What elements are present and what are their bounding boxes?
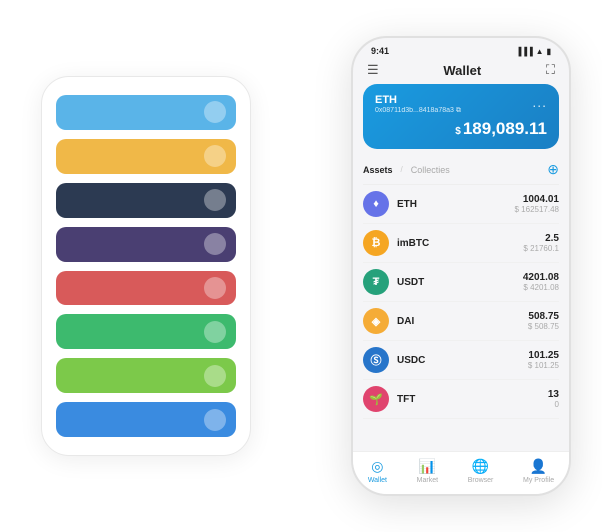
asset-amount-main: 2.5 xyxy=(523,233,559,244)
asset-amount-usd: 0 xyxy=(548,400,559,409)
asset-amount-main: 101.25 xyxy=(528,350,559,361)
asset-name: USDC xyxy=(397,355,528,366)
nav-icon: 🌐 xyxy=(472,458,489,475)
bg-card-row xyxy=(56,227,236,262)
nav-icon: 📊 xyxy=(419,458,436,475)
asset-icon: Ⓢ xyxy=(363,347,389,373)
asset-amount-main: 1004.01 xyxy=(515,194,560,205)
nav-item-my-profile[interactable]: 👤 My Profile xyxy=(523,458,554,484)
bg-card-row xyxy=(56,95,236,130)
menu-icon[interactable]: ☰ xyxy=(367,62,379,78)
asset-amount-usd: $ 162517.48 xyxy=(515,205,560,214)
nav-label: Wallet xyxy=(368,477,387,484)
asset-icon: ₮ xyxy=(363,269,389,295)
status-icons: ▐▐▐ ▲ ▮ xyxy=(516,47,551,56)
assets-header: Assets / Collecties ⊕ xyxy=(363,157,559,185)
card-dot-icon xyxy=(204,277,226,299)
eth-card-label: ETH xyxy=(375,94,461,106)
card-dot-icon xyxy=(204,321,226,343)
asset-list: ♦ ETH1004.01$ 162517.48 ₿ imBTC2.5$ 21760.1… xyxy=(363,185,559,451)
nav-label: My Profile xyxy=(523,477,554,484)
scene: 9:41 ▐▐▐ ▲ ▮ ☰ Wallet ⛶ ETH 0x08711d3b xyxy=(21,16,581,516)
nav-item-market[interactable]: 📊 Market xyxy=(417,458,438,484)
status-bar: 9:41 ▐▐▐ ▲ ▮ xyxy=(353,38,569,58)
asset-row[interactable]: 🌱 TFT130 xyxy=(363,380,559,419)
bg-card-row xyxy=(56,358,236,393)
asset-row[interactable]: ₮ USDT4201.08$ 4201.08 xyxy=(363,263,559,302)
asset-amounts: 508.75$ 508.75 xyxy=(528,311,559,331)
card-dot-icon xyxy=(204,233,226,255)
asset-amount-usd: $ 4201.08 xyxy=(523,283,559,292)
asset-amounts: 130 xyxy=(548,389,559,409)
asset-amount-usd: $ 21760.1 xyxy=(523,244,559,253)
card-dot-icon xyxy=(204,101,226,123)
asset-name: DAI xyxy=(397,316,528,327)
eth-card[interactable]: ETH 0x08711d3b...8418a78a3 ⧉ ... $189,08… xyxy=(363,84,559,149)
expand-icon[interactable]: ⛶ xyxy=(546,62,555,78)
card-dot-icon xyxy=(204,145,226,167)
card-dot-icon xyxy=(204,189,226,211)
asset-icon: 🌱 xyxy=(363,386,389,412)
asset-row[interactable]: ◈ DAI508.75$ 508.75 xyxy=(363,302,559,341)
asset-row[interactable]: ♦ ETH1004.01$ 162517.48 xyxy=(363,185,559,224)
bottom-nav: ◎ Wallet 📊 Market 🌐 Browser 👤 My Profile xyxy=(353,451,569,494)
bg-card-row xyxy=(56,314,236,349)
eth-card-address: 0x08711d3b...8418a78a3 ⧉ xyxy=(375,107,461,115)
assets-tabs: Assets / Collecties xyxy=(363,165,450,175)
nav-icon: ◎ xyxy=(371,458,383,475)
card-dot-icon xyxy=(204,409,226,431)
asset-amount-main: 508.75 xyxy=(528,311,559,322)
bg-card-row xyxy=(56,139,236,174)
nav-label: Market xyxy=(417,477,438,484)
asset-name: USDT xyxy=(397,277,523,288)
card-dot-icon xyxy=(204,365,226,387)
asset-row[interactable]: ₿ imBTC2.5$ 21760.1 xyxy=(363,224,559,263)
nav-item-wallet[interactable]: ◎ Wallet xyxy=(368,458,387,484)
asset-amounts: 4201.08$ 4201.08 xyxy=(523,272,559,292)
asset-name: TFT xyxy=(397,394,548,405)
asset-amount-main: 4201.08 xyxy=(523,272,559,283)
asset-amount-usd: $ 101.25 xyxy=(528,361,559,370)
asset-icon: ♦ xyxy=(363,191,389,217)
nav-icon: 👤 xyxy=(530,458,547,475)
asset-amounts: 101.25$ 101.25 xyxy=(528,350,559,370)
nav-label: Browser xyxy=(468,477,494,484)
asset-name: imBTC xyxy=(397,238,523,249)
asset-amount-usd: $ 508.75 xyxy=(528,322,559,331)
eth-card-more[interactable]: ... xyxy=(532,94,547,110)
signal-icon: ▐▐▐ xyxy=(516,47,533,56)
asset-icon: ◈ xyxy=(363,308,389,334)
asset-row[interactable]: Ⓢ USDC101.25$ 101.25 xyxy=(363,341,559,380)
nav-item-browser[interactable]: 🌐 Browser xyxy=(468,458,494,484)
asset-amounts: 2.5$ 21760.1 xyxy=(523,233,559,253)
add-asset-button[interactable]: ⊕ xyxy=(547,161,559,178)
eth-card-balance: $189,089.11 xyxy=(375,119,547,139)
asset-name: ETH xyxy=(397,199,515,210)
bg-card-row xyxy=(56,183,236,218)
main-phone: 9:41 ▐▐▐ ▲ ▮ ☰ Wallet ⛶ ETH 0x08711d3b xyxy=(351,36,571,496)
asset-icon: ₿ xyxy=(363,230,389,256)
wifi-icon: ▲ xyxy=(536,47,544,56)
bg-card-row xyxy=(56,271,236,306)
phone-content: ETH 0x08711d3b...8418a78a3 ⧉ ... $189,08… xyxy=(353,84,569,451)
bg-phone xyxy=(41,76,251,456)
status-time: 9:41 xyxy=(371,46,389,56)
phone-header: ☰ Wallet ⛶ xyxy=(353,58,569,84)
tab-assets[interactable]: Assets xyxy=(363,165,393,175)
battery-icon: ▮ xyxy=(547,47,551,56)
asset-amounts: 1004.01$ 162517.48 xyxy=(515,194,560,214)
tab-collecties[interactable]: Collecties xyxy=(411,165,450,175)
page-title: Wallet xyxy=(443,63,481,78)
asset-amount-main: 13 xyxy=(548,389,559,400)
bg-card-row xyxy=(56,402,236,437)
